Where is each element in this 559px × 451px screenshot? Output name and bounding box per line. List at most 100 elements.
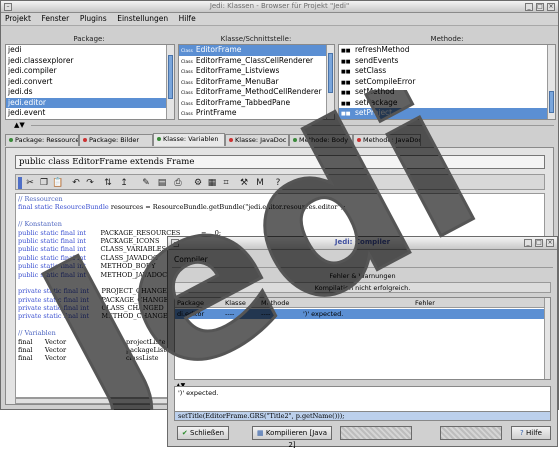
package-scrollbar[interactable] (166, 45, 174, 119)
method-name: setPackage (355, 97, 398, 107)
list-item[interactable]: Class EditorFrame_Listviews (179, 66, 334, 77)
method-scrollbar[interactable] (547, 45, 555, 119)
menu-projekt[interactable]: Projekt (1, 13, 35, 23)
status-dot-icon (9, 138, 13, 142)
table-row[interactable]: di.editor ---- ---- ')' expected. (175, 309, 544, 319)
method-name: sendEvents (355, 55, 399, 65)
list-item[interactable]: jedi.event (6, 108, 174, 119)
class-badge: Class (181, 59, 193, 65)
close-button[interactable]: × (546, 239, 554, 247)
maximize-button[interactable]: □ (536, 3, 544, 11)
list-item[interactable]: ■■ setClass (339, 66, 555, 77)
cut-icon[interactable]: ✂ (24, 177, 36, 189)
menu-plugins[interactable]: Plugins (76, 13, 111, 23)
close-dialog-button[interactable]: ✔ Schließen (177, 426, 229, 440)
package-header: Package: (73, 35, 105, 43)
tab-package-ressourcen[interactable]: Package: Ressourcen (5, 134, 79, 146)
method-icon: ■■ (341, 90, 351, 96)
find-icon[interactable]: ▤ (156, 177, 168, 189)
class-badge: Class (181, 49, 193, 54)
list-item[interactable]: Class EditorFrame_MethodCellRenderer (179, 87, 334, 98)
splitter-line (31, 125, 554, 126)
menu-einstellungen[interactable]: Einstellungen (113, 13, 172, 23)
code-line[interactable] (18, 212, 345, 220)
scroll-thumb[interactable] (168, 55, 173, 99)
method-name: setProject (355, 108, 393, 117)
tab-klasse-javadoc[interactable]: Klasse: JavaDoc (225, 134, 289, 146)
code-line[interactable]: // Ressourcen (18, 195, 345, 203)
source-line[interactable]: setTitle(EditorFrame.GRS("Title2", p.get… (174, 411, 551, 421)
main-titlebar[interactable]: – Jedi: Klassen - Browser für Projekt "J… (1, 1, 558, 13)
insert-icon[interactable]: ✎ (140, 177, 152, 189)
help-icon[interactable]: ? (272, 177, 284, 189)
column-header[interactable]: Methode (261, 298, 289, 308)
undo-icon[interactable]: ↶ (70, 177, 82, 189)
compile-icon[interactable]: ⚙ (192, 177, 204, 189)
class-scrollbar[interactable] (326, 45, 334, 119)
list-item[interactable]: jedi.compiler (6, 66, 174, 77)
list-item[interactable]: ■■ setPackage (339, 98, 555, 109)
method-name: setCompileError (355, 76, 416, 86)
list-item[interactable]: Class PrintFrame (179, 108, 334, 119)
method-icon: ■■ (341, 111, 351, 117)
run-icon[interactable]: ▦ (206, 177, 218, 189)
method-list[interactable]: ■■ refreshMethod ■■ sendEvents ■■ setClass … (338, 44, 556, 120)
class-badge: Class (181, 70, 193, 75)
copy-icon[interactable]: ❐ (38, 177, 50, 189)
tool-icon[interactable]: ⚒ (238, 177, 250, 189)
close-button[interactable]: × (547, 3, 555, 11)
minimize-button[interactable]: _ (525, 3, 533, 11)
menu-hilfe[interactable]: Hilfe (175, 13, 200, 23)
package-list[interactable]: jedi jedi.classexplorer jedi.compiler je… (5, 44, 175, 120)
debug-icon[interactable]: ⌗ (220, 177, 232, 189)
scroll-thumb[interactable] (328, 53, 333, 93)
list-item[interactable]: jedi.convert (6, 77, 174, 88)
goto-icon[interactable]: ↥ (118, 177, 130, 189)
sort-icon[interactable]: ⇅ (102, 177, 114, 189)
button-label: Kompilieren [Java 2] (265, 429, 327, 449)
compile-button[interactable]: ▦ Kompilieren [Java 2] (252, 426, 332, 449)
disabled-button (340, 426, 412, 440)
print-icon[interactable]: ⎙ (172, 177, 184, 189)
list-item[interactable]: Class EditorFrame_TabbedPane (179, 98, 334, 109)
column-header[interactable]: Package (177, 298, 204, 308)
list-item[interactable]: jedi.classexplorer (6, 56, 174, 67)
tab-label: Methode: JavaDoc (363, 136, 421, 144)
list-item[interactable]: ■■ refreshMethod (339, 45, 555, 56)
list-item[interactable]: ■■ setMethod (339, 87, 555, 98)
column-header[interactable]: Klasse (225, 298, 246, 308)
editor-tabs: Package: Ressourcen Package: Bilder Klas… (5, 133, 554, 148)
code-line[interactable]: // Konstanten (18, 220, 345, 228)
tab-klasse-variablen[interactable]: Klasse: Variablen (153, 133, 225, 146)
tab-package-bilder[interactable]: Package: Bilder (79, 134, 153, 146)
list-item[interactable]: ■■ sendEvents (339, 56, 555, 67)
list-item[interactable]: jedi (6, 45, 174, 56)
scroll-thumb[interactable] (549, 91, 554, 113)
table-scrollbar[interactable] (544, 298, 550, 379)
maximize-button[interactable]: □ (535, 239, 543, 247)
tab-methode-body[interactable]: Methode: Body (289, 134, 353, 146)
class-declaration[interactable]: public class EditorFrame extends Frame (15, 155, 545, 169)
list-item[interactable]: Class EditorFrame_ClassCellRenderer (179, 56, 334, 67)
method-icon: ■■ (341, 100, 351, 107)
compiler-titlebar[interactable]: – Jedi: Compiler _ □ × (168, 237, 557, 250)
list-item-selected[interactable]: jedi.editor (6, 97, 174, 108)
macro-icon[interactable]: M (254, 177, 266, 189)
group-label: Fehler & Warnungen (329, 272, 396, 280)
tab-methode-javadoc[interactable]: Methode: JavaDoc (353, 134, 421, 146)
column-header[interactable]: Fehler (415, 298, 435, 308)
code-line[interactable]: final static ResourceBundle resources = … (18, 203, 345, 211)
help-button[interactable]: ? Hilfe (511, 426, 551, 440)
list-item-selected[interactable]: Class EditorFrame (179, 45, 334, 56)
button-label: Schließen (190, 429, 225, 437)
paste-icon[interactable]: 📋 (52, 177, 64, 189)
redo-icon[interactable]: ↷ (84, 177, 96, 189)
class-list[interactable]: Class EditorFrame Class EditorFrame_ClassC… (178, 44, 335, 120)
list-item-selected[interactable]: ■■ setProject (339, 108, 555, 119)
menu-fenster[interactable]: Fenster (37, 13, 73, 23)
splitter-arrows-icon[interactable]: ▲▼ (14, 121, 25, 129)
list-item[interactable]: Class EditorFrame_MenuBar (179, 77, 334, 88)
minimize-button[interactable]: _ (524, 239, 532, 247)
list-item[interactable]: ■■ setCompileError (339, 77, 555, 88)
list-item[interactable]: jedi.ds (6, 87, 174, 98)
